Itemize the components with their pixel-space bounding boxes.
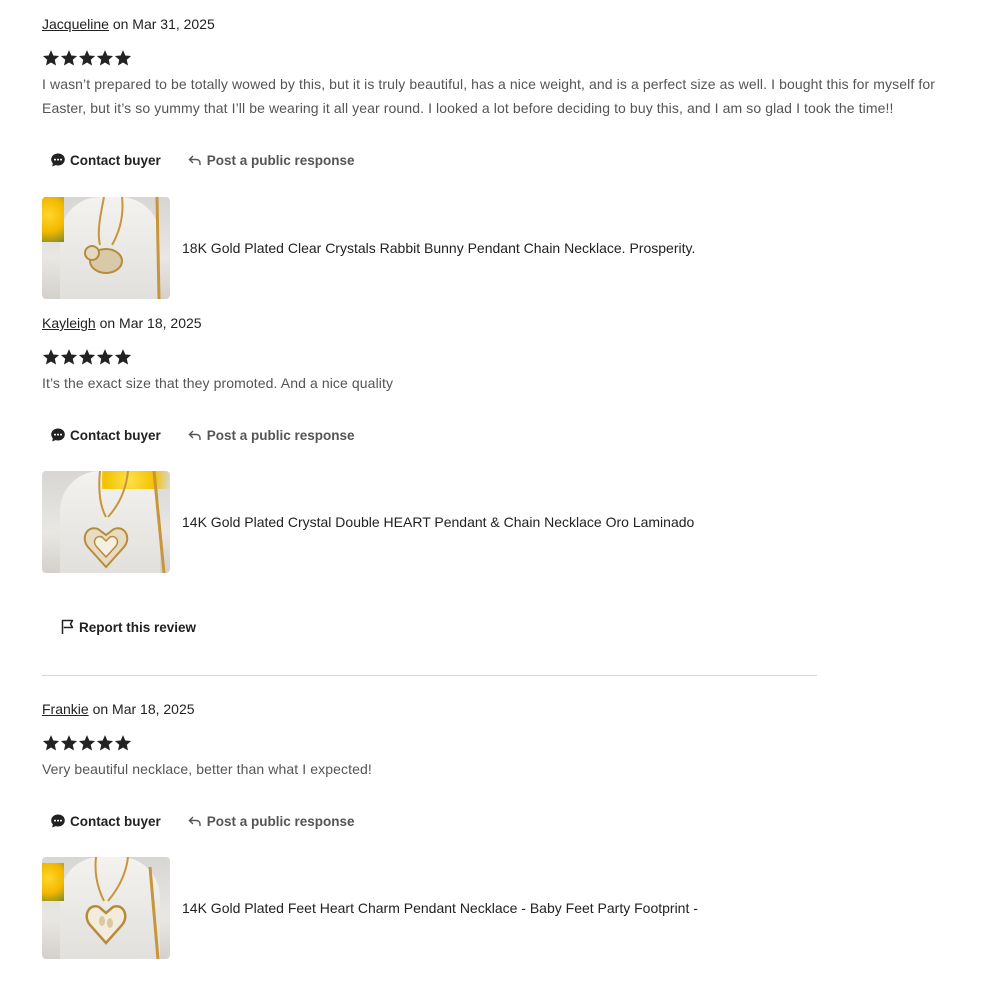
contact-buyer-label: Contact buyer [70,427,161,443]
star-icon [60,349,78,365]
star-icon [60,735,78,751]
contact-buyer-label: Contact buyer [70,152,161,168]
review-actions: Contact buyer Post a public response [50,811,355,831]
review-date: on Mar 31, 2025 [108,16,215,32]
reply-arrow-icon [187,152,203,168]
product-link[interactable]: 18K Gold Plated Clear Crystals Rabbit Bu… [42,197,695,299]
star-icon [96,735,114,751]
post-public-response-label: Post a public response [206,813,355,829]
star-icon [114,50,132,66]
reviewer-name-link[interactable]: Jacqueline [42,16,109,32]
product-thumbnail [42,857,170,959]
chat-bubble-icon [50,813,66,829]
chat-bubble-icon [50,427,66,443]
star-icon [114,735,132,751]
review-actions: Contact buyer Post a public response [50,425,355,445]
report-review-button[interactable]: Report this review [60,619,196,635]
star-icon [78,349,96,365]
star-icon [78,735,96,751]
product-title[interactable]: 18K Gold Plated Clear Crystals Rabbit Bu… [182,240,695,256]
product-link[interactable]: 14K Gold Plated Crystal Double HEART Pen… [42,471,694,573]
review-meta: Kayleigh on Mar 18, 2025 [42,314,982,332]
star-icon [78,50,96,66]
post-public-response-label: Post a public response [206,427,355,443]
review-meta: Frankie on Mar 18, 2025 [42,700,982,718]
contact-buyer-button[interactable]: Contact buyer [50,152,161,168]
reply-arrow-icon [187,813,203,829]
post-public-response-label: Post a public response [206,152,355,168]
review-card: Kayleigh on Mar 18, 2025 It’s the exact … [42,314,982,573]
review-date: on Mar 18, 2025 [88,701,195,717]
product-thumbnail [42,471,170,573]
star-icon [60,50,78,66]
report-review-label: Report this review [79,619,197,635]
reviewer-name-link[interactable]: Frankie [42,701,89,717]
star-icon [42,735,60,751]
post-public-response-button[interactable]: Post a public response [187,152,355,168]
star-rating [42,734,982,754]
star-icon [96,349,114,365]
chat-bubble-icon [50,152,66,168]
review-card: Frankie on Mar 18, 2025 Very beautiful n… [42,700,982,959]
product-title[interactable]: 14K Gold Plated Feet Heart Charm Pendant… [182,900,698,916]
product-title[interactable]: 14K Gold Plated Crystal Double HEART Pen… [182,514,694,530]
review-actions: Contact buyer Post a public response [50,150,355,170]
review-text: Very beautiful necklace, better than wha… [42,761,372,777]
review-date: on Mar 18, 2025 [95,315,202,331]
reply-arrow-icon [187,427,203,443]
contact-buyer-button[interactable]: Contact buyer [50,813,161,829]
review-card: Jacqueline on Mar 31, 2025 I wasn’t prep… [42,15,982,299]
contact-buyer-label: Contact buyer [70,813,161,829]
star-icon [114,349,132,365]
star-rating [42,348,982,368]
divider [42,675,817,676]
post-public-response-button[interactable]: Post a public response [187,813,355,829]
post-public-response-button[interactable]: Post a public response [187,427,355,443]
star-icon [42,50,60,66]
review-meta: Jacqueline on Mar 31, 2025 [42,15,982,33]
contact-buyer-button[interactable]: Contact buyer [50,427,161,443]
star-icon [96,50,114,66]
review-text: I wasn’t prepared to be totally wowed by… [42,76,935,116]
flag-icon [60,619,76,635]
review-text: It’s the exact size that they promoted. … [42,375,394,391]
star-icon [42,349,60,365]
product-link[interactable]: 14K Gold Plated Feet Heart Charm Pendant… [42,857,698,959]
star-rating [42,49,982,69]
reviewer-name-link[interactable]: Kayleigh [42,315,96,331]
product-thumbnail [42,197,170,299]
